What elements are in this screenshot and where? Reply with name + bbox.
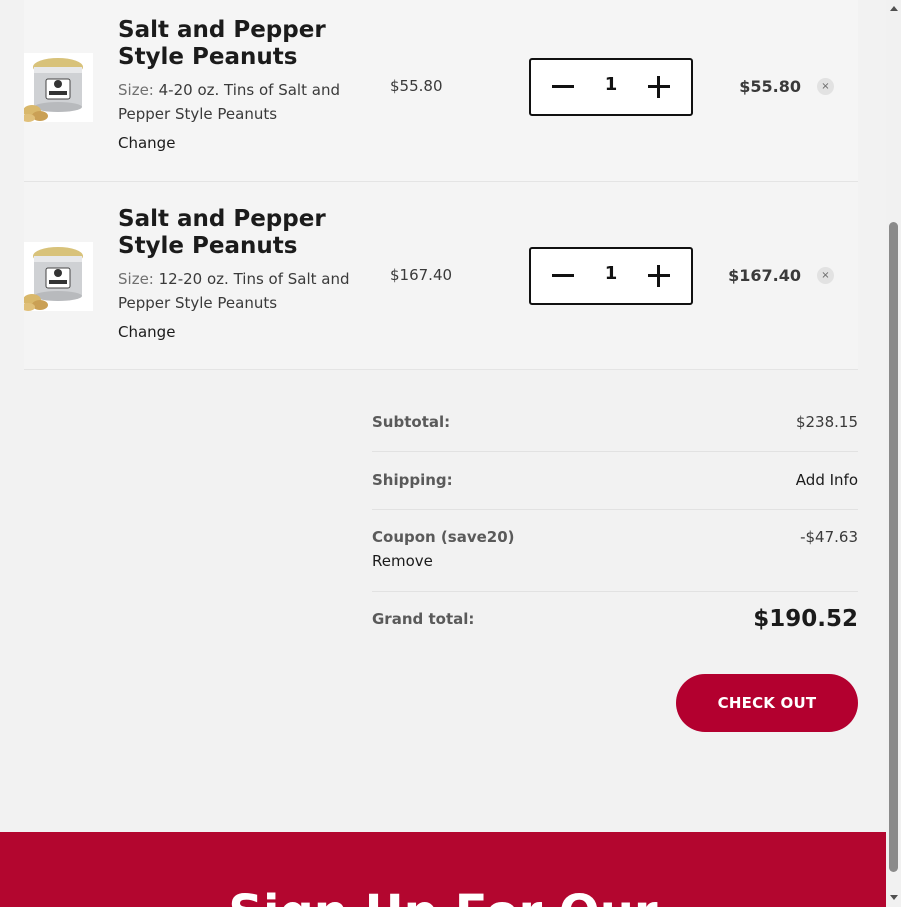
quantity-value[interactable]: 1 [591, 74, 631, 95]
product-size: Size: 4-20 oz. Tins of Salt and Pepper S… [118, 78, 358, 126]
close-icon[interactable]: × [817, 78, 834, 95]
grand-total-value: $190.52 [753, 606, 858, 632]
product-name[interactable]: Salt and Pepper Style Peanuts [118, 17, 358, 71]
cart-page: Salt and Pepper Style Peanuts Size: 4-20… [0, 0, 886, 907]
grand-total-row: Grand total: $190.52 [372, 592, 858, 652]
scroll-up-icon[interactable] [890, 6, 898, 11]
unit-price: $167.40 [390, 266, 453, 284]
minus-icon[interactable] [549, 73, 577, 101]
line-total: $167.40 [728, 266, 801, 285]
coupon-row: Coupon (save20) -$47.63 Remove [372, 510, 858, 592]
coupon-remove-link[interactable]: Remove [372, 552, 433, 570]
coupon-label: Coupon (save20) [372, 528, 515, 546]
order-summary: Subtotal: $238.15 Shipping: Add Info Cou… [372, 370, 858, 652]
quantity-stepper: 1 [529, 247, 693, 305]
cart-item: Salt and Pepper Style Peanuts Size: 4-20… [24, 0, 858, 182]
size-label: Size: [118, 81, 154, 99]
scroll-down-icon[interactable] [890, 895, 898, 900]
subtotal-value: $238.15 [795, 413, 858, 431]
shipping-label: Shipping: [372, 471, 453, 489]
plus-icon[interactable] [645, 73, 673, 101]
product-thumbnail[interactable] [24, 53, 93, 122]
line-total: $55.80 [739, 77, 801, 96]
coupon-value: -$47.63 [800, 528, 858, 546]
change-link[interactable]: Change [118, 134, 175, 152]
product-size: Size: 12-20 oz. Tins of Salt and Pepper … [118, 267, 358, 315]
checkout-button[interactable]: CHECK OUT [676, 674, 858, 732]
signup-banner: Sign Up For Our [0, 832, 886, 907]
peanut-tin-image [24, 53, 93, 122]
shipping-add-info-link[interactable]: Add Info [796, 471, 858, 489]
cart-item: Salt and Pepper Style Peanuts Size: 12-2… [24, 182, 858, 370]
quantity-value[interactable]: 1 [591, 263, 631, 284]
shipping-row: Shipping: Add Info [372, 452, 858, 510]
vertical-scrollbar[interactable] [886, 0, 901, 907]
subtotal-label: Subtotal: [372, 413, 451, 431]
grand-total-label: Grand total: [372, 610, 475, 628]
scrollbar-thumb[interactable] [889, 222, 898, 872]
unit-price: $55.80 [390, 77, 443, 95]
change-link[interactable]: Change [118, 323, 175, 341]
close-icon[interactable]: × [817, 267, 834, 284]
peanut-tin-image [24, 242, 93, 311]
quantity-stepper: 1 [529, 58, 693, 116]
product-thumbnail[interactable] [24, 242, 93, 311]
size-label: Size: [118, 270, 154, 288]
product-name[interactable]: Salt and Pepper Style Peanuts [118, 206, 358, 260]
signup-heading: Sign Up For Our [0, 888, 886, 907]
plus-icon[interactable] [645, 262, 673, 290]
minus-icon[interactable] [549, 262, 577, 290]
subtotal-row: Subtotal: $238.15 [372, 370, 858, 452]
